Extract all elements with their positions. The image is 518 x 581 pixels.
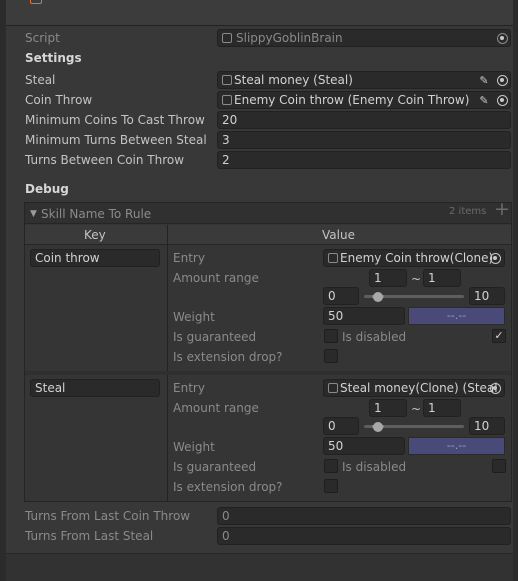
turns-from-coin-field: 0 — [217, 507, 511, 525]
add-entry-button[interactable]: + — [494, 200, 510, 219]
foldout-arrow-icon[interactable]: ▼ — [30, 205, 37, 223]
range-max-input[interactable]: 10 — [469, 417, 505, 435]
entry-object-value: Enemy Coin throw(Clone) — [340, 251, 494, 265]
debug-header: Debug — [25, 182, 69, 196]
turns-coin-throw-label: Turns Between Coin Throw — [25, 153, 185, 167]
turns-from-steal-label: Turns From Last Steal — [25, 529, 154, 543]
entry-separator — [25, 371, 511, 375]
scriptable-object-icon — [328, 253, 338, 263]
extension-drop-checkbox[interactable] — [324, 349, 338, 363]
extension-drop-label: Is extension drop? — [173, 350, 283, 364]
settings-header: Settings — [25, 51, 82, 65]
entry-picker-icon[interactable] — [490, 253, 501, 264]
script-picker-icon[interactable] — [497, 33, 508, 44]
min-turns-steal-label: Minimum Turns Between Steal — [25, 133, 207, 147]
entry-object-field[interactable]: Steal money(Clone) (Steal — [323, 379, 505, 397]
amount-max-input[interactable]: 1 — [423, 399, 461, 417]
range-min-input[interactable]: 0 — [323, 287, 359, 305]
value-column-header: Value — [322, 228, 355, 242]
component-icon — [30, 0, 42, 4]
entry-key-input[interactable]: Steal — [30, 379, 160, 397]
script-file-icon — [222, 33, 232, 43]
amount-max-input[interactable]: 1 — [423, 269, 461, 287]
coin-throw-label: Coin Throw — [25, 93, 93, 107]
amount-range-label: Amount range — [173, 271, 259, 285]
entry-object-value: Steal money(Clone) (Steal — [340, 381, 498, 395]
disabled-label: Is disabled — [342, 330, 407, 344]
bottom-divider — [0, 553, 518, 581]
entry-label: Entry — [173, 251, 205, 265]
turns-from-coin-label: Turns From Last Coin Throw — [25, 509, 191, 523]
entry-object-field[interactable]: Enemy Coin throw(Clone) — [323, 249, 505, 267]
min-coins-input[interactable]: 20 — [217, 111, 511, 129]
scriptable-object-icon — [222, 95, 232, 105]
extension-drop-checkbox[interactable] — [324, 479, 338, 493]
dictionary-count: 2 items — [449, 206, 487, 217]
guaranteed-label: Is guaranteed — [173, 330, 257, 344]
steal-field[interactable]: Steal money (Steal) — [217, 71, 511, 89]
weight-label: Weight — [173, 310, 215, 324]
disabled-checkbox[interactable] — [492, 459, 506, 473]
steal-edit-pencil-icon[interactable]: ✎ — [477, 73, 491, 87]
amount-min-input[interactable]: 1 — [369, 269, 407, 287]
weight-color-field[interactable]: --.-- — [408, 437, 505, 455]
entry-label: Entry — [173, 381, 205, 395]
min-turns-steal-input[interactable]: 3 — [217, 131, 511, 149]
min-max-slider-thumb[interactable] — [373, 422, 383, 432]
left-edge-gutter — [0, 0, 6, 581]
coin-throw-value: Enemy Coin throw (Enemy Coin Throw) — [234, 93, 470, 107]
turns-from-steal-field: 0 — [217, 527, 511, 545]
script-field[interactable]: SlippyGoblinBrain — [217, 29, 511, 47]
coin-throw-edit-pencil-icon[interactable]: ✎ — [477, 93, 491, 107]
range-max-input[interactable]: 10 — [469, 287, 505, 305]
key-column-header: Key — [84, 228, 106, 242]
scriptable-object-icon — [328, 383, 338, 393]
coin-throw-picker-icon[interactable] — [497, 95, 508, 106]
amount-range-label: Amount range — [173, 401, 259, 415]
min-max-slider-thumb[interactable] — [373, 292, 383, 302]
min-coins-label: Minimum Coins To Cast Throw — [25, 113, 205, 127]
steal-picker-icon[interactable] — [497, 75, 508, 86]
range-min-input[interactable]: 0 — [323, 417, 359, 435]
disabled-checkbox[interactable]: ✓ — [492, 329, 506, 343]
extension-drop-label: Is extension drop? — [173, 480, 283, 494]
column-divider — [167, 225, 168, 502]
coin-throw-field[interactable]: Enemy Coin throw (Enemy Coin Throw) — [217, 91, 511, 109]
dictionary-title: Skill Name To Rule — [41, 207, 152, 221]
disabled-label: Is disabled — [342, 460, 407, 474]
entry-key-input[interactable]: Coin throw — [30, 249, 160, 267]
right-edge-gutter — [513, 0, 518, 581]
header-strip — [0, 0, 518, 26]
guaranteed-label: Is guaranteed — [173, 460, 257, 474]
weight-input[interactable]: 50 — [323, 437, 405, 455]
scriptable-object-icon — [222, 75, 232, 85]
steal-label: Steal — [25, 73, 56, 87]
weight-input[interactable]: 50 — [323, 307, 405, 325]
amount-min-input[interactable]: 1 — [369, 399, 407, 417]
weight-label: Weight — [173, 440, 215, 454]
range-tilde: ~ — [411, 402, 422, 416]
guaranteed-checkbox[interactable] — [324, 459, 338, 473]
entry-picker-icon[interactable] — [490, 383, 501, 394]
turns-coin-throw-input[interactable]: 2 — [217, 151, 511, 169]
weight-color-field[interactable]: --.-- — [408, 307, 505, 325]
steal-value: Steal money (Steal) — [234, 73, 353, 87]
range-tilde: ~ — [411, 272, 422, 286]
guaranteed-checkbox[interactable] — [324, 329, 338, 343]
script-name: SlippyGoblinBrain — [236, 31, 343, 45]
script-label: Script — [25, 31, 60, 45]
